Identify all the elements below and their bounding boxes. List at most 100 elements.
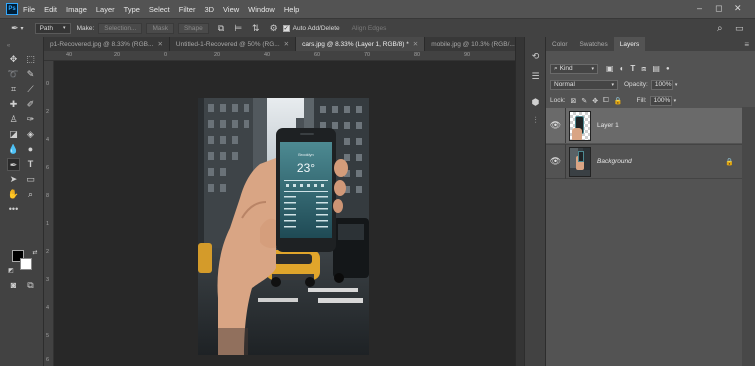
chevron-down-icon[interactable]: ▾ — [675, 82, 678, 88]
visibility-eye-icon[interactable]: 👁 — [546, 144, 566, 179]
search-icon[interactable]: ⌕ — [717, 23, 723, 34]
tab-color[interactable]: Color — [546, 37, 574, 51]
menu-layer[interactable]: Layer — [96, 5, 115, 14]
fill-input[interactable]: 100% — [649, 95, 672, 106]
eyedropper-tool-icon[interactable]: ⟋ — [24, 83, 37, 96]
close-window-button[interactable]: ✕ — [734, 3, 742, 14]
blur-tool-icon[interactable]: 💧 — [7, 143, 20, 156]
clone-stamp-tool-icon[interactable]: ♙ — [7, 113, 20, 126]
workspace-icon[interactable]: ▭ — [735, 23, 744, 34]
lock-artboard-icon[interactable]: ⧠ — [603, 97, 609, 105]
gear-icon[interactable]: ⚙ — [270, 23, 278, 34]
menu-edit[interactable]: Edit — [44, 5, 57, 14]
marquee-tool-icon[interactable]: ⬚ — [24, 53, 37, 66]
menu-file[interactable]: File — [23, 5, 35, 14]
rectangle-tool-icon[interactable]: ▭ — [24, 173, 37, 186]
layer-name[interactable]: Background — [597, 158, 632, 165]
close-icon[interactable]: ✕ — [157, 40, 162, 48]
history-brush-tool-icon[interactable]: ✑ — [24, 113, 37, 126]
menu-view[interactable]: View — [223, 5, 239, 14]
filter-kind-select[interactable]: ⌕ Kind ▾ — [550, 63, 598, 74]
visibility-eye-icon[interactable]: 👁 — [546, 108, 566, 143]
menu-window[interactable]: Window — [248, 5, 275, 14]
panel-tab-bar: Color Swatches Layers ≡ — [546, 37, 755, 51]
dodge-tool-icon[interactable]: ● — [24, 143, 37, 156]
menu-type[interactable]: Type — [124, 5, 140, 14]
history-panel-icon[interactable]: ⟲ — [529, 51, 542, 63]
hand-tool-icon[interactable]: ✋ — [7, 188, 20, 201]
lock-position-icon[interactable]: ✥ — [592, 97, 598, 105]
make-selection-button[interactable]: Selection... — [98, 22, 143, 34]
screen-mode-icon[interactable]: ⧉ — [24, 279, 37, 292]
chevron-down-icon[interactable]: ▾ — [674, 98, 677, 104]
chevron-down-icon[interactable]: ▾ — [21, 25, 24, 32]
move-tool-icon[interactable]: ✥ — [7, 53, 20, 66]
pen-tool-icon[interactable]: ✒ — [7, 158, 20, 171]
quick-select-tool-icon[interactable]: ✎ — [24, 68, 37, 81]
paths-panel-icon[interactable]: ⬢ — [529, 97, 542, 109]
menu-select[interactable]: Select — [149, 5, 170, 14]
canvas-workspace[interactable]: Brooklyn 23° — [54, 61, 515, 366]
layer-row-layer-1[interactable]: 👁 Layer 1 — [546, 108, 742, 143]
tab-untitled-1-recovered[interactable]: Untitled-1-Recovered @ 50% (RG... ✕ — [169, 37, 297, 51]
tab-swatches[interactable]: Swatches — [574, 37, 614, 51]
lock-transparent-icon[interactable]: ⊠ — [571, 97, 577, 105]
swap-colors-icon[interactable]: ⇄ — [31, 247, 39, 260]
canvas-vertical-scrollbar[interactable] — [515, 37, 524, 366]
crop-tool-icon[interactable]: ⌗ — [7, 83, 20, 96]
collapse-icon[interactable]: « — [2, 40, 15, 53]
menu-help[interactable]: Help — [284, 5, 299, 14]
path-select-tool-icon[interactable]: ➤ — [7, 173, 20, 186]
close-icon[interactable]: ✕ — [284, 40, 289, 48]
healing-brush-tool-icon[interactable]: ✚ — [7, 98, 20, 111]
auto-add-delete-checkbox[interactable]: ✓ — [282, 24, 290, 32]
menu-image[interactable]: Image — [66, 5, 87, 14]
filter-toggle-icon[interactable]: ● — [666, 66, 670, 72]
lock-image-icon[interactable]: ✎ — [581, 97, 587, 105]
paint-bucket-tool-icon[interactable]: ◈ — [24, 128, 37, 141]
ruler-label: 2 — [46, 249, 50, 255]
tab-p1-recovered[interactable]: p1-Recovered.jpg @ 8.33% (RGB... ✕ — [44, 37, 170, 51]
filter-type-icon[interactable]: T — [630, 64, 635, 73]
maximize-button[interactable]: ◻ — [715, 3, 722, 14]
ruler-label: 0 — [164, 52, 168, 58]
chevron-down-icon: ▾ — [611, 81, 614, 88]
pen-tool-icon[interactable]: ✒ — [11, 23, 19, 34]
eraser-tool-icon[interactable]: ◪ — [7, 128, 20, 141]
filter-shape-icon[interactable]: ⧈ — [641, 64, 646, 74]
quick-mask-icon[interactable]: ◙ — [7, 279, 20, 292]
fill-label: Fill: — [636, 97, 647, 104]
tab-cars[interactable]: cars.jpg @ 8.33% (Layer 1, RGB/8) * ✕ — [296, 37, 426, 51]
layer-row-background[interactable]: 👁 Background 🔒 — [546, 144, 742, 179]
minimize-button[interactable]: – — [697, 3, 702, 13]
tab-layers[interactable]: Layers — [613, 37, 646, 51]
filter-pixel-icon[interactable]: ▣ — [606, 64, 614, 73]
lock-all-icon[interactable]: 🔒 — [614, 97, 623, 105]
lasso-tool-icon[interactable]: ➰ — [7, 68, 20, 81]
menu-filter[interactable]: Filter — [179, 5, 196, 14]
panel-menu-icon[interactable]: ≡ — [744, 37, 755, 51]
layers-scrollbar[interactable] — [742, 107, 755, 366]
zoom-tool-icon[interactable]: ⌕ — [24, 188, 37, 201]
layer-name[interactable]: Layer 1 — [597, 122, 619, 129]
filter-adjustment-icon[interactable]: ◐ — [620, 64, 625, 73]
properties-panel-icon[interactable]: ☰ — [529, 71, 542, 83]
make-mask-button[interactable]: Mask — [146, 22, 174, 34]
menu-3d[interactable]: 3D — [204, 5, 214, 14]
edit-toolbar-icon[interactable]: ••• — [7, 203, 20, 216]
blend-mode-select[interactable]: Normal ▾ — [550, 79, 618, 90]
default-colors-icon[interactable]: ◩ — [7, 265, 15, 278]
close-icon[interactable]: ✕ — [413, 40, 418, 48]
tool-mode-select[interactable]: Path ▾ — [34, 22, 71, 34]
opacity-input[interactable]: 100% — [650, 79, 673, 90]
path-arrangement-icon[interactable]: ⇅ — [252, 23, 260, 34]
document-canvas[interactable]: Brooklyn 23° — [198, 98, 369, 355]
path-operations-icon[interactable]: ⧉ — [218, 23, 224, 34]
adjustments-panel-icon[interactable]: ⫶ — [529, 115, 542, 127]
brush-tool-icon[interactable]: ✐ — [24, 98, 37, 111]
type-tool-icon[interactable]: T — [24, 158, 37, 171]
path-alignment-icon[interactable]: ⊨ — [234, 23, 242, 34]
make-shape-button[interactable]: Shape — [177, 22, 209, 34]
auto-add-delete-label: Auto Add/Delete — [292, 24, 340, 32]
filter-smart-object-icon[interactable]: ▤ — [652, 64, 660, 73]
